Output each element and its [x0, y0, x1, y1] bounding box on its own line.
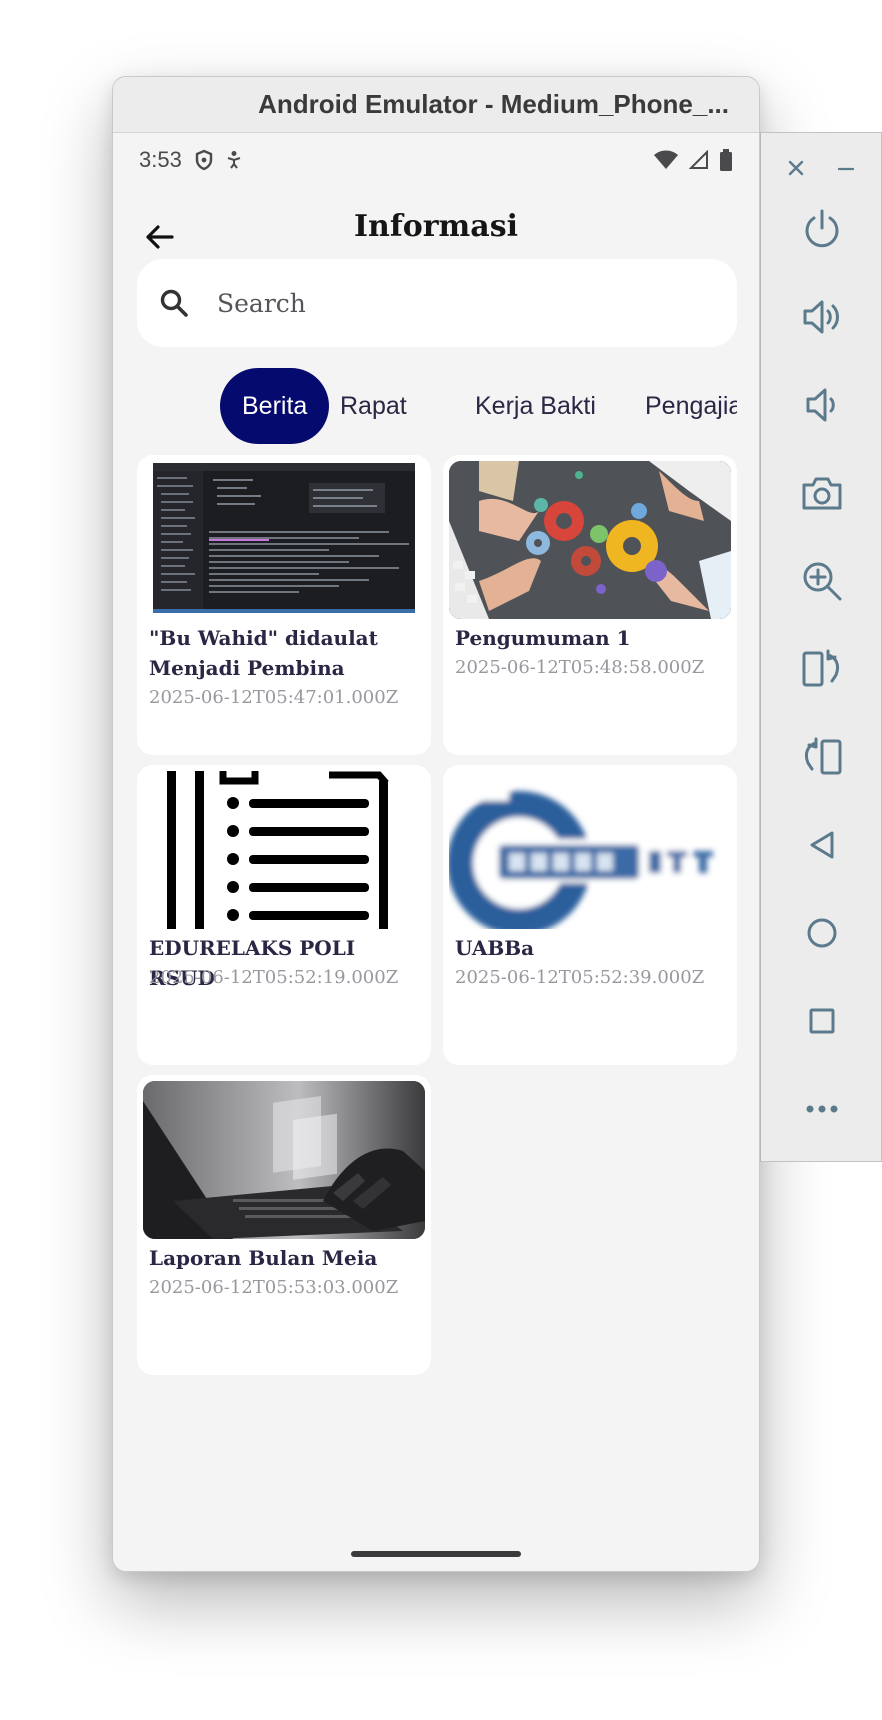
status-time: 3:53: [139, 147, 182, 172]
accessibility-icon: [227, 151, 241, 169]
minimize-icon[interactable]: [837, 159, 855, 177]
rotate-right-icon: [804, 737, 842, 775]
tab-rapat[interactable]: Rapat: [340, 368, 407, 444]
emulator-window: Android Emulator - Medium_Phone_... 3:53…: [112, 76, 760, 1572]
rotate-left-icon: [802, 649, 840, 687]
card-date: 2025-06-12T05:48:58.000Z: [455, 657, 705, 678]
camera-icon: [802, 477, 842, 510]
search-bar[interactable]: [137, 259, 737, 347]
card-thumbnail: [143, 461, 425, 619]
search-input[interactable]: [217, 288, 697, 318]
window-titlebar[interactable]: Android Emulator - Medium_Phone_...: [113, 77, 759, 133]
battery-icon: [720, 149, 732, 171]
shield-icon: [195, 149, 213, 171]
card-title: UABBa: [455, 936, 535, 960]
volume-up-icon: [803, 300, 839, 334]
card-thumbnail: [449, 461, 731, 619]
search-icon: [157, 286, 191, 320]
emulator-control-panel: [760, 132, 882, 1162]
zoom-icon: [803, 562, 842, 601]
card-thumbnail: [449, 771, 731, 929]
power-icon: [805, 209, 839, 248]
more-icon: [806, 1105, 838, 1113]
tab-kerja-bakti[interactable]: Kerja Bakti: [475, 368, 596, 444]
gesture-home-bar[interactable]: [351, 1551, 521, 1557]
status-bar: 3:53: [113, 133, 759, 187]
wifi-icon: [654, 150, 678, 169]
volume-down-button[interactable]: [792, 375, 852, 435]
news-card[interactable]: UABBa 2025-06-12T05:52:39.000Z: [443, 765, 737, 1065]
news-card[interactable]: Laporan Bulan Meia 2025-06-12T05:53:03.0…: [137, 1075, 431, 1375]
news-card[interactable]: Pengumuman 1 2025-06-12T05:48:58.000Z: [443, 455, 737, 755]
screenshot-button[interactable]: [792, 463, 852, 523]
back-icon: [810, 831, 834, 859]
news-card[interactable]: "Bu Wahid" didaulat Menjadi Pembina 2025…: [137, 455, 431, 755]
card-title: "Bu Wahid" didaulat Menjadi Pembina: [149, 626, 378, 680]
nav-home-button[interactable]: [792, 903, 852, 963]
page-title: Informasi: [353, 209, 519, 244]
volume-up-button[interactable]: [792, 287, 852, 347]
card-thumbnail: [143, 771, 425, 929]
news-card[interactable]: EDURELAKS POLI RSUD 2025-06-12T05:52:19.…: [137, 765, 431, 1065]
more-button[interactable]: [792, 1079, 852, 1139]
nav-overview-button[interactable]: [792, 991, 852, 1051]
card-thumbnail: [143, 1081, 425, 1239]
card-title: Pengumuman 1: [455, 626, 631, 650]
home-icon: [807, 918, 837, 948]
cellular-signal-icon: [689, 150, 708, 169]
tab-berita[interactable]: Berita: [220, 368, 330, 444]
tab-pengajian[interactable]: Pengajian: [645, 368, 737, 444]
window-title: Android Emulator - Medium_Phone_...: [258, 89, 729, 119]
overview-icon: [809, 1008, 835, 1034]
card-date: 2025-06-12T05:52:19.000Z: [149, 967, 399, 988]
nav-back-button[interactable]: [792, 815, 852, 875]
rotate-right-button[interactable]: [792, 727, 852, 787]
category-tabs: Berita Rapat Kerja Bakti Pengajian: [137, 362, 737, 446]
card-title: Laporan Bulan Meia: [149, 1246, 378, 1270]
card-date: 2025-06-12T05:47:01.000Z: [149, 687, 399, 708]
zoom-button[interactable]: [792, 551, 852, 611]
volume-down-icon: [806, 388, 835, 422]
card-date: 2025-06-12T05:52:39.000Z: [455, 967, 705, 988]
rotate-left-button[interactable]: [792, 639, 852, 699]
close-icon[interactable]: [787, 159, 805, 177]
power-button[interactable]: [792, 199, 852, 259]
card-date: 2025-06-12T05:53:03.000Z: [149, 1277, 399, 1298]
